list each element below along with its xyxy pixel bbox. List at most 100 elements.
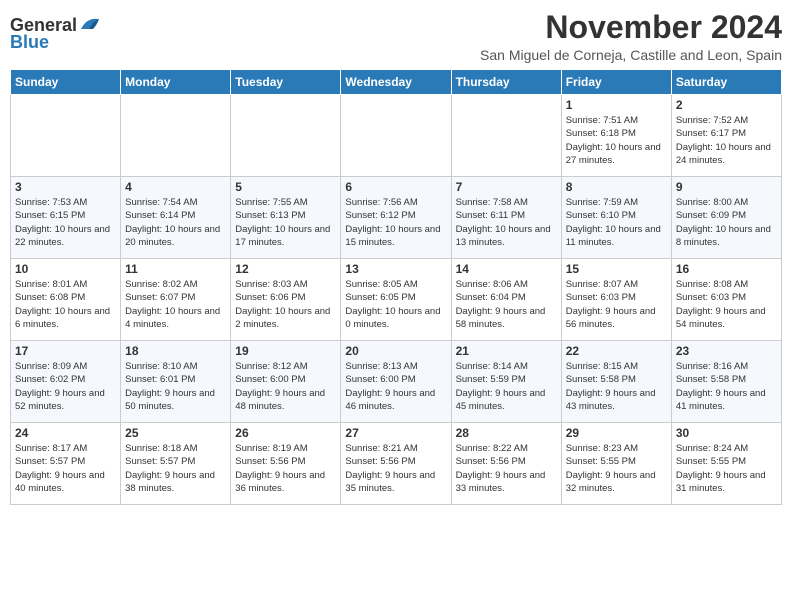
day-info: Sunrise: 7:56 AMSunset: 6:12 PMDaylight:… <box>345 196 446 249</box>
logo-wing-icon <box>79 15 101 31</box>
calendar-day-cell: 25 Sunrise: 8:18 AMSunset: 5:57 PMDayligh… <box>121 423 231 505</box>
day-info: Sunrise: 8:01 AMSunset: 6:08 PMDaylight:… <box>15 278 116 331</box>
day-info: Sunrise: 7:55 AMSunset: 6:13 PMDaylight:… <box>235 196 336 249</box>
weekday-header: Thursday <box>451 70 561 95</box>
day-info: Sunrise: 8:15 AMSunset: 5:58 PMDaylight:… <box>566 360 667 413</box>
day-info: Sunrise: 8:19 AMSunset: 5:56 PMDaylight:… <box>235 442 336 495</box>
calendar-day-cell <box>11 95 121 177</box>
day-number: 12 <box>235 262 336 276</box>
day-number: 4 <box>125 180 226 194</box>
day-info: Sunrise: 7:52 AMSunset: 6:17 PMDaylight:… <box>676 114 777 167</box>
title-block: November 2024 San Miguel de Corneja, Cas… <box>101 10 782 63</box>
weekday-header: Tuesday <box>231 70 341 95</box>
day-info: Sunrise: 8:21 AMSunset: 5:56 PMDaylight:… <box>345 442 446 495</box>
weekday-header: Wednesday <box>341 70 451 95</box>
day-info: Sunrise: 8:14 AMSunset: 5:59 PMDaylight:… <box>456 360 557 413</box>
day-number: 17 <box>15 344 116 358</box>
calendar-day-cell: 15Sunrise: 8:07 AMSunset: 6:03 PMDayligh… <box>561 259 671 341</box>
calendar-week-row: 24 Sunrise: 8:17 AMSunset: 5:57 PMDayligh… <box>11 423 782 505</box>
day-number: 22 <box>566 344 667 358</box>
calendar-day-cell: 1 Sunrise: 7:51 AMSunset: 6:18 PMDaylight… <box>561 95 671 177</box>
weekday-header: Friday <box>561 70 671 95</box>
calendar-day-cell: 10 Sunrise: 8:01 AMSunset: 6:08 PMDayligh… <box>11 259 121 341</box>
day-number: 1 <box>566 98 667 112</box>
day-info: Sunrise: 8:00 AMSunset: 6:09 PMDaylight:… <box>676 196 777 249</box>
day-number: 25 <box>125 426 226 440</box>
day-info: Sunrise: 8:03 AMSunset: 6:06 PMDaylight:… <box>235 278 336 331</box>
day-info: Sunrise: 8:13 AMSunset: 6:00 PMDaylight:… <box>345 360 446 413</box>
day-number: 20 <box>345 344 446 358</box>
calendar-day-cell: 8 Sunrise: 7:59 AMSunset: 6:10 PMDaylight… <box>561 177 671 259</box>
header: General Blue November 2024 San Miguel de… <box>10 10 782 63</box>
calendar-day-cell: 24 Sunrise: 8:17 AMSunset: 5:57 PMDayligh… <box>11 423 121 505</box>
calendar: SundayMondayTuesdayWednesdayThursdayFrid… <box>10 69 782 505</box>
day-info: Sunrise: 8:09 AMSunset: 6:02 PMDaylight:… <box>15 360 116 413</box>
calendar-week-row: 10 Sunrise: 8:01 AMSunset: 6:08 PMDayligh… <box>11 259 782 341</box>
weekday-header: Monday <box>121 70 231 95</box>
day-number: 5 <box>235 180 336 194</box>
day-info: Sunrise: 8:23 AMSunset: 5:55 PMDaylight:… <box>566 442 667 495</box>
calendar-day-cell: 12 Sunrise: 8:03 AMSunset: 6:06 PMDayligh… <box>231 259 341 341</box>
day-number: 18 <box>125 344 226 358</box>
day-info: Sunrise: 8:02 AMSunset: 6:07 PMDaylight:… <box>125 278 226 331</box>
calendar-day-cell: 27 Sunrise: 8:21 AMSunset: 5:56 PMDayligh… <box>341 423 451 505</box>
day-info: Sunrise: 7:58 AMSunset: 6:11 PMDaylight:… <box>456 196 557 249</box>
day-number: 28 <box>456 426 557 440</box>
calendar-week-row: 3 Sunrise: 7:53 AMSunset: 6:15 PMDaylight… <box>11 177 782 259</box>
logo: General Blue <box>10 10 101 59</box>
calendar-day-cell: 11 Sunrise: 8:02 AMSunset: 6:07 PMDayligh… <box>121 259 231 341</box>
calendar-day-cell: 6 Sunrise: 7:56 AMSunset: 6:12 PMDaylight… <box>341 177 451 259</box>
day-number: 26 <box>235 426 336 440</box>
day-number: 2 <box>676 98 777 112</box>
calendar-day-cell: 9Sunrise: 8:00 AMSunset: 6:09 PMDaylight… <box>671 177 781 259</box>
day-info: Sunrise: 8:05 AMSunset: 6:05 PMDaylight:… <box>345 278 446 331</box>
day-number: 13 <box>345 262 446 276</box>
weekday-header: Saturday <box>671 70 781 95</box>
day-number: 21 <box>456 344 557 358</box>
calendar-day-cell: 18Sunrise: 8:10 AMSunset: 6:01 PMDayligh… <box>121 341 231 423</box>
day-number: 8 <box>566 180 667 194</box>
calendar-day-cell: 29Sunrise: 8:23 AMSunset: 5:55 PMDayligh… <box>561 423 671 505</box>
day-info: Sunrise: 7:59 AMSunset: 6:10 PMDaylight:… <box>566 196 667 249</box>
day-number: 15 <box>566 262 667 276</box>
calendar-day-cell <box>451 95 561 177</box>
calendar-day-cell <box>121 95 231 177</box>
calendar-day-cell: 28 Sunrise: 8:22 AMSunset: 5:56 PMDayligh… <box>451 423 561 505</box>
day-info: Sunrise: 8:22 AMSunset: 5:56 PMDaylight:… <box>456 442 557 495</box>
day-number: 10 <box>15 262 116 276</box>
day-number: 24 <box>15 426 116 440</box>
day-number: 7 <box>456 180 557 194</box>
calendar-day-cell: 16Sunrise: 8:08 AMSunset: 6:03 PMDayligh… <box>671 259 781 341</box>
calendar-day-cell: 14 Sunrise: 8:06 AMSunset: 6:04 PMDayligh… <box>451 259 561 341</box>
calendar-day-cell: 30Sunrise: 8:24 AMSunset: 5:55 PMDayligh… <box>671 423 781 505</box>
day-number: 27 <box>345 426 446 440</box>
day-info: Sunrise: 7:51 AMSunset: 6:18 PMDaylight:… <box>566 114 667 167</box>
day-info: Sunrise: 7:53 AMSunset: 6:15 PMDaylight:… <box>15 196 116 249</box>
calendar-day-cell <box>231 95 341 177</box>
day-info: Sunrise: 8:12 AMSunset: 6:00 PMDaylight:… <box>235 360 336 413</box>
day-info: Sunrise: 8:17 AMSunset: 5:57 PMDaylight:… <box>15 442 116 495</box>
day-info: Sunrise: 8:06 AMSunset: 6:04 PMDaylight:… <box>456 278 557 331</box>
calendar-header-row: SundayMondayTuesdayWednesdayThursdayFrid… <box>11 70 782 95</box>
calendar-day-cell: 23 Sunrise: 8:16 AMSunset: 5:58 PMDayligh… <box>671 341 781 423</box>
calendar-day-cell: 19 Sunrise: 8:12 AMSunset: 6:00 PMDayligh… <box>231 341 341 423</box>
day-number: 3 <box>15 180 116 194</box>
day-info: Sunrise: 8:18 AMSunset: 5:57 PMDaylight:… <box>125 442 226 495</box>
day-number: 23 <box>676 344 777 358</box>
calendar-day-cell: 5 Sunrise: 7:55 AMSunset: 6:13 PMDaylight… <box>231 177 341 259</box>
calendar-day-cell: 4Sunrise: 7:54 AMSunset: 6:14 PMDaylight… <box>121 177 231 259</box>
day-info: Sunrise: 8:16 AMSunset: 5:58 PMDaylight:… <box>676 360 777 413</box>
calendar-day-cell: 26 Sunrise: 8:19 AMSunset: 5:56 PMDayligh… <box>231 423 341 505</box>
calendar-day-cell: 3 Sunrise: 7:53 AMSunset: 6:15 PMDaylight… <box>11 177 121 259</box>
calendar-day-cell: 20 Sunrise: 8:13 AMSunset: 6:00 PMDayligh… <box>341 341 451 423</box>
day-number: 19 <box>235 344 336 358</box>
day-number: 14 <box>456 262 557 276</box>
day-info: Sunrise: 8:08 AMSunset: 6:03 PMDaylight:… <box>676 278 777 331</box>
day-number: 6 <box>345 180 446 194</box>
day-number: 11 <box>125 262 226 276</box>
calendar-day-cell <box>341 95 451 177</box>
calendar-day-cell: 13 Sunrise: 8:05 AMSunset: 6:05 PMDayligh… <box>341 259 451 341</box>
calendar-day-cell: 22 Sunrise: 8:15 AMSunset: 5:58 PMDayligh… <box>561 341 671 423</box>
calendar-week-row: 17 Sunrise: 8:09 AMSunset: 6:02 PMDayligh… <box>11 341 782 423</box>
weekday-header: Sunday <box>11 70 121 95</box>
